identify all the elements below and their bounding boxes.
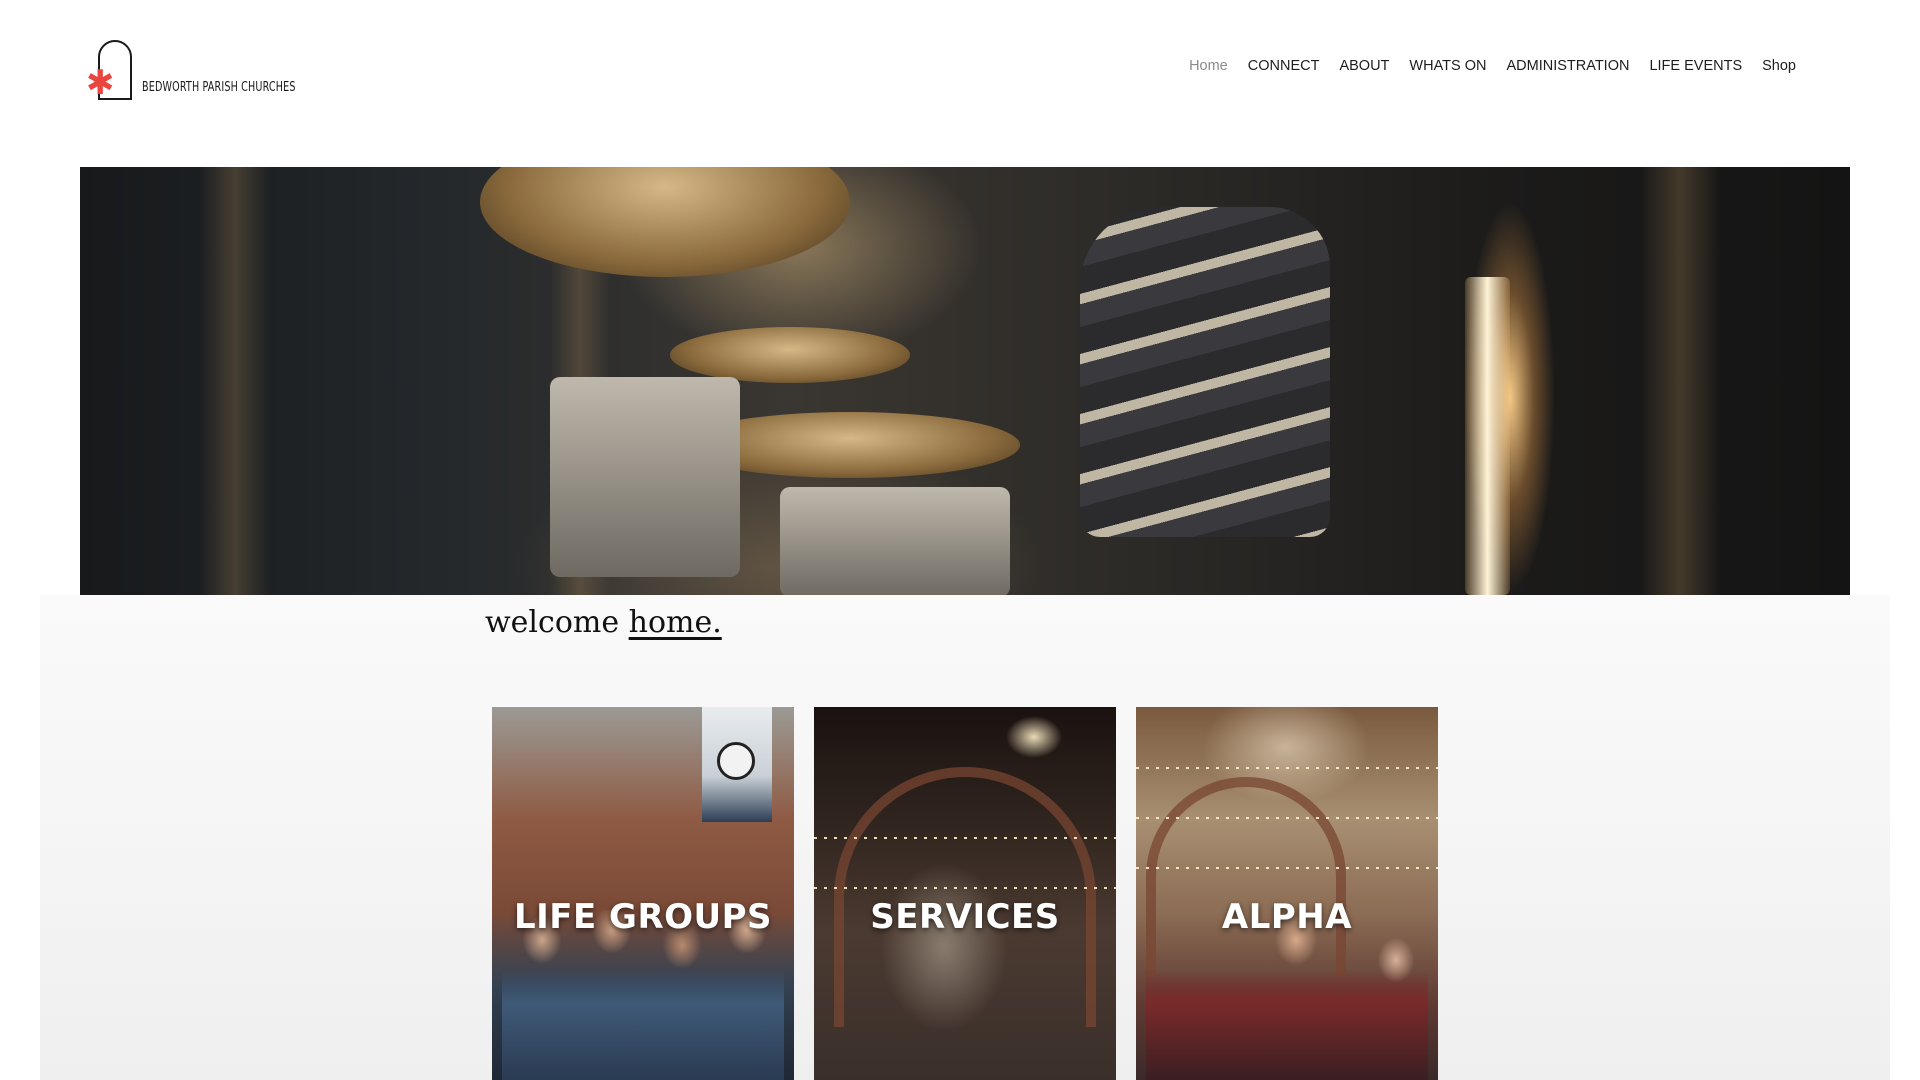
string-lights — [1136, 767, 1438, 769]
welcome-prefix: welcome — [485, 605, 620, 640]
hero-cymbal — [670, 327, 910, 383]
card-alpha[interactable]: ALPHA — [1136, 707, 1438, 1080]
hero-drummer — [1080, 207, 1330, 537]
card-life-groups[interactable]: LIFE GROUPS — [492, 707, 794, 1080]
asterisk-icon: ✱ — [86, 63, 115, 103]
nav-item-life-events[interactable]: LIFE EVENTS — [1639, 58, 1752, 74]
card-label: LIFE GROUPS — [513, 897, 773, 937]
hero-video[interactable] — [80, 167, 1850, 595]
logo-text: BEDWORTH PARISH CHURCHES — [142, 80, 296, 95]
nav-item-connect[interactable]: CONNECT — [1238, 58, 1330, 74]
string-lights — [1136, 867, 1438, 869]
nav-item-administration[interactable]: ADMINISTRATION — [1496, 58, 1639, 74]
nav-item-shop[interactable]: Shop — [1752, 58, 1806, 74]
string-lights — [814, 837, 1116, 839]
hero-drum — [550, 377, 740, 577]
hero-drum — [780, 487, 1010, 595]
hero-light — [1465, 277, 1510, 595]
card-label: SERVICES — [870, 897, 1060, 937]
nav-item-about[interactable]: ABOUT — [1329, 58, 1399, 74]
main-nav: Home CONNECT ABOUT WHATS ON ADMINISTRATI… — [1179, 58, 1806, 74]
string-lights — [814, 887, 1116, 889]
nav-item-home[interactable]: Home — [1179, 58, 1238, 74]
hero-pillar — [200, 167, 270, 595]
card-label: ALPHA — [1221, 897, 1353, 937]
hero-pillar — [1640, 167, 1720, 595]
string-lights — [1136, 817, 1438, 819]
site-logo[interactable]: ✱ BEDWORTH PARISH CHURCHES — [86, 40, 326, 104]
hero-cymbal — [480, 167, 850, 277]
nav-item-whats-on[interactable]: WHATS ON — [1399, 58, 1496, 74]
welcome-heading: welcome home. — [485, 605, 722, 640]
clock-icon — [717, 742, 755, 780]
card-services[interactable]: SERVICES — [814, 707, 1116, 1080]
welcome-home-link[interactable]: home. — [629, 605, 722, 640]
